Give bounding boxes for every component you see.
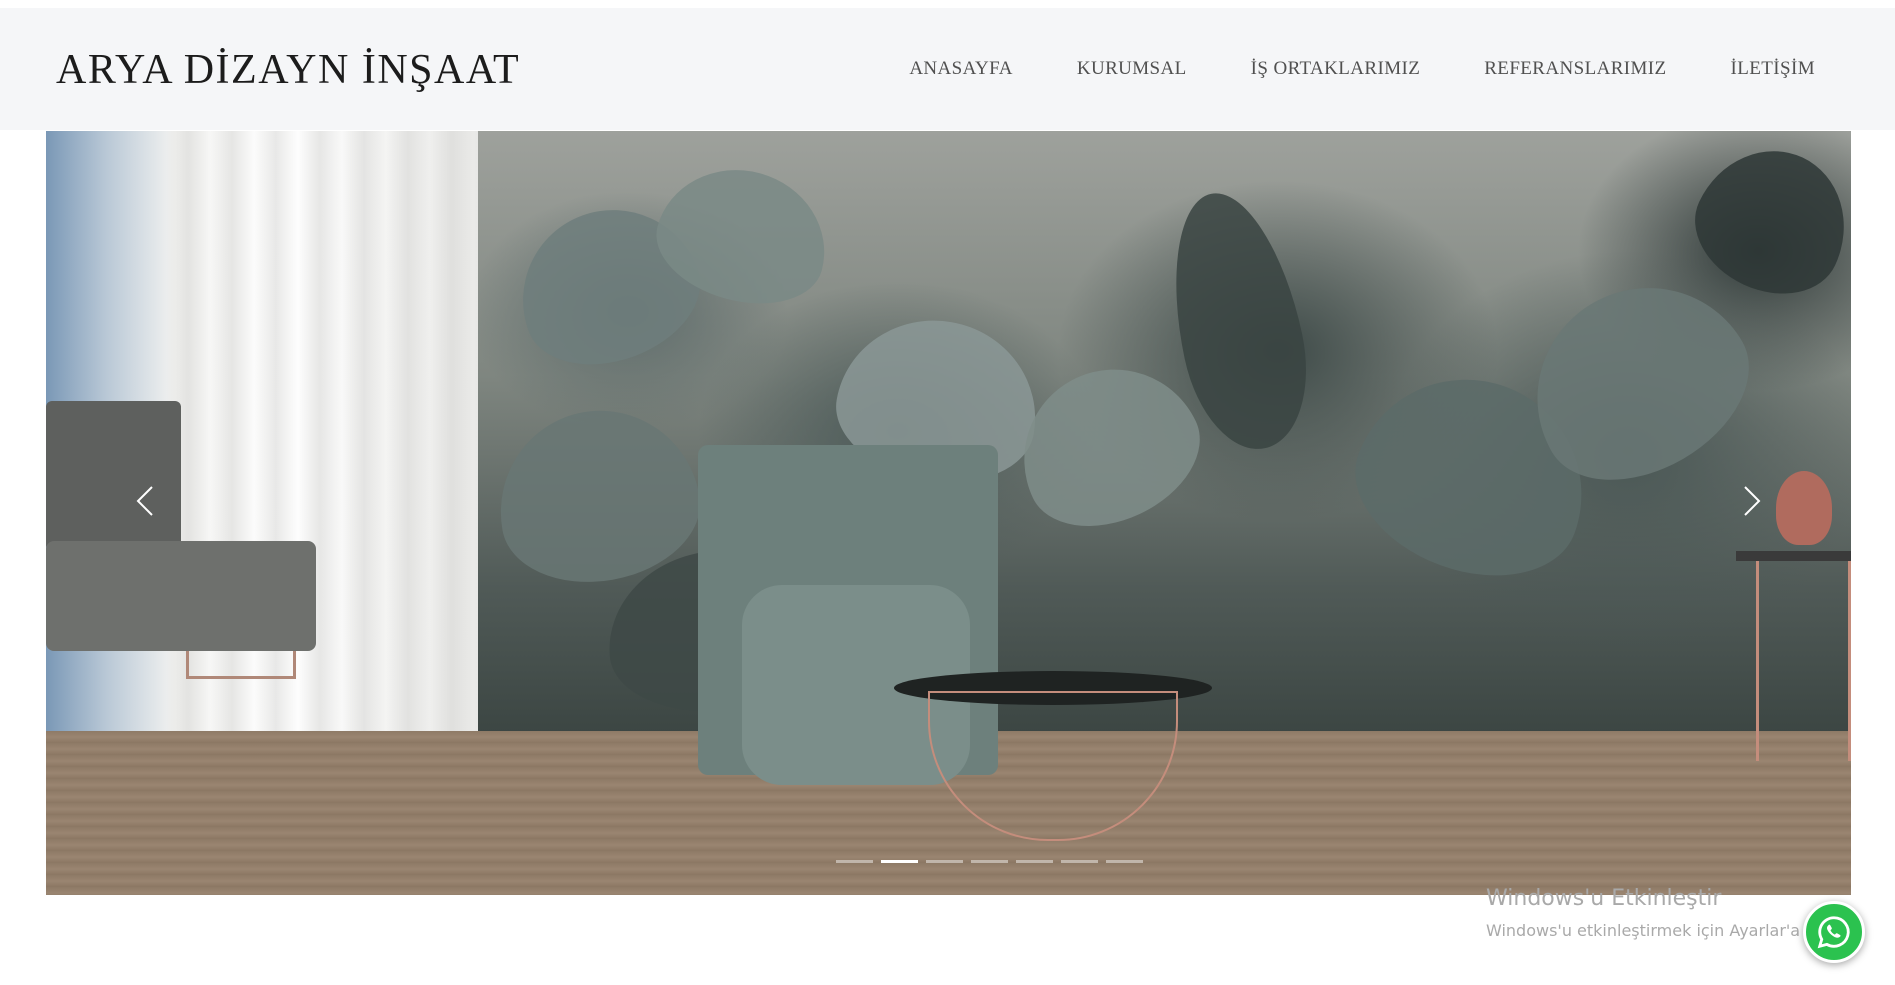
main-nav: ANASAYFA KURUMSAL İŞ ORTAKLARIMIZ REFERA…: [845, 8, 1815, 130]
site-logo[interactable]: ARYA DİZAYN İNŞAAT: [56, 46, 520, 94]
slide-image: [46, 131, 1851, 895]
sofa: [46, 401, 316, 681]
sofa-seat: [46, 541, 316, 651]
nav-item-referanslarimiz[interactable]: REFERANSLARIMIZ: [1484, 58, 1666, 80]
site-header: ARYA DİZAYN İNŞAAT ANASAYFA KURUMSAL İŞ …: [0, 8, 1895, 130]
chevron-left-icon[interactable]: [126, 481, 166, 521]
side-table-legs: [1756, 561, 1851, 761]
slider-dot[interactable]: [926, 860, 963, 863]
slider-dot[interactable]: [1106, 860, 1143, 863]
coffee-table: [894, 671, 1212, 851]
slider-dot[interactable]: [971, 860, 1008, 863]
slider-dot[interactable]: [881, 860, 918, 863]
slider-dot[interactable]: [836, 860, 873, 863]
sofa-leg: [186, 651, 296, 679]
nav-item-anasayfa[interactable]: ANASAYFA: [909, 58, 1013, 80]
whatsapp-icon: [1817, 916, 1850, 949]
top-strip: [0, 0, 1895, 8]
table-wire-base: [928, 691, 1178, 841]
watermark-title: Windows'u Etkinleştir: [1486, 886, 1722, 911]
slider-indicators: [46, 860, 1851, 863]
nav-item-iletisim[interactable]: İLETİŞİM: [1731, 58, 1815, 80]
sofa-back: [46, 401, 181, 551]
nav-item-kurumsal[interactable]: KURUMSAL: [1077, 58, 1187, 80]
hero-slider[interactable]: [46, 131, 1851, 895]
leaf: [1675, 131, 1851, 317]
side-table-shelf: [1736, 551, 1851, 561]
watermark-subtitle: Windows'u etkinleştirmek için Ayarlar'a …: [1486, 921, 1820, 940]
nav-item-is-ortaklarimiz[interactable]: İŞ ORTAKLARIMIZ: [1251, 58, 1421, 80]
whatsapp-button[interactable]: [1803, 901, 1865, 963]
vase: [1776, 471, 1832, 545]
chevron-right-icon[interactable]: [1731, 481, 1771, 521]
slider-dot[interactable]: [1016, 860, 1053, 863]
slider-dot[interactable]: [1061, 860, 1098, 863]
jungle-mural: [478, 131, 1851, 741]
windows-activation-watermark: Windows'u Etkinleştir Windows'u etkinleş…: [1486, 886, 1820, 940]
